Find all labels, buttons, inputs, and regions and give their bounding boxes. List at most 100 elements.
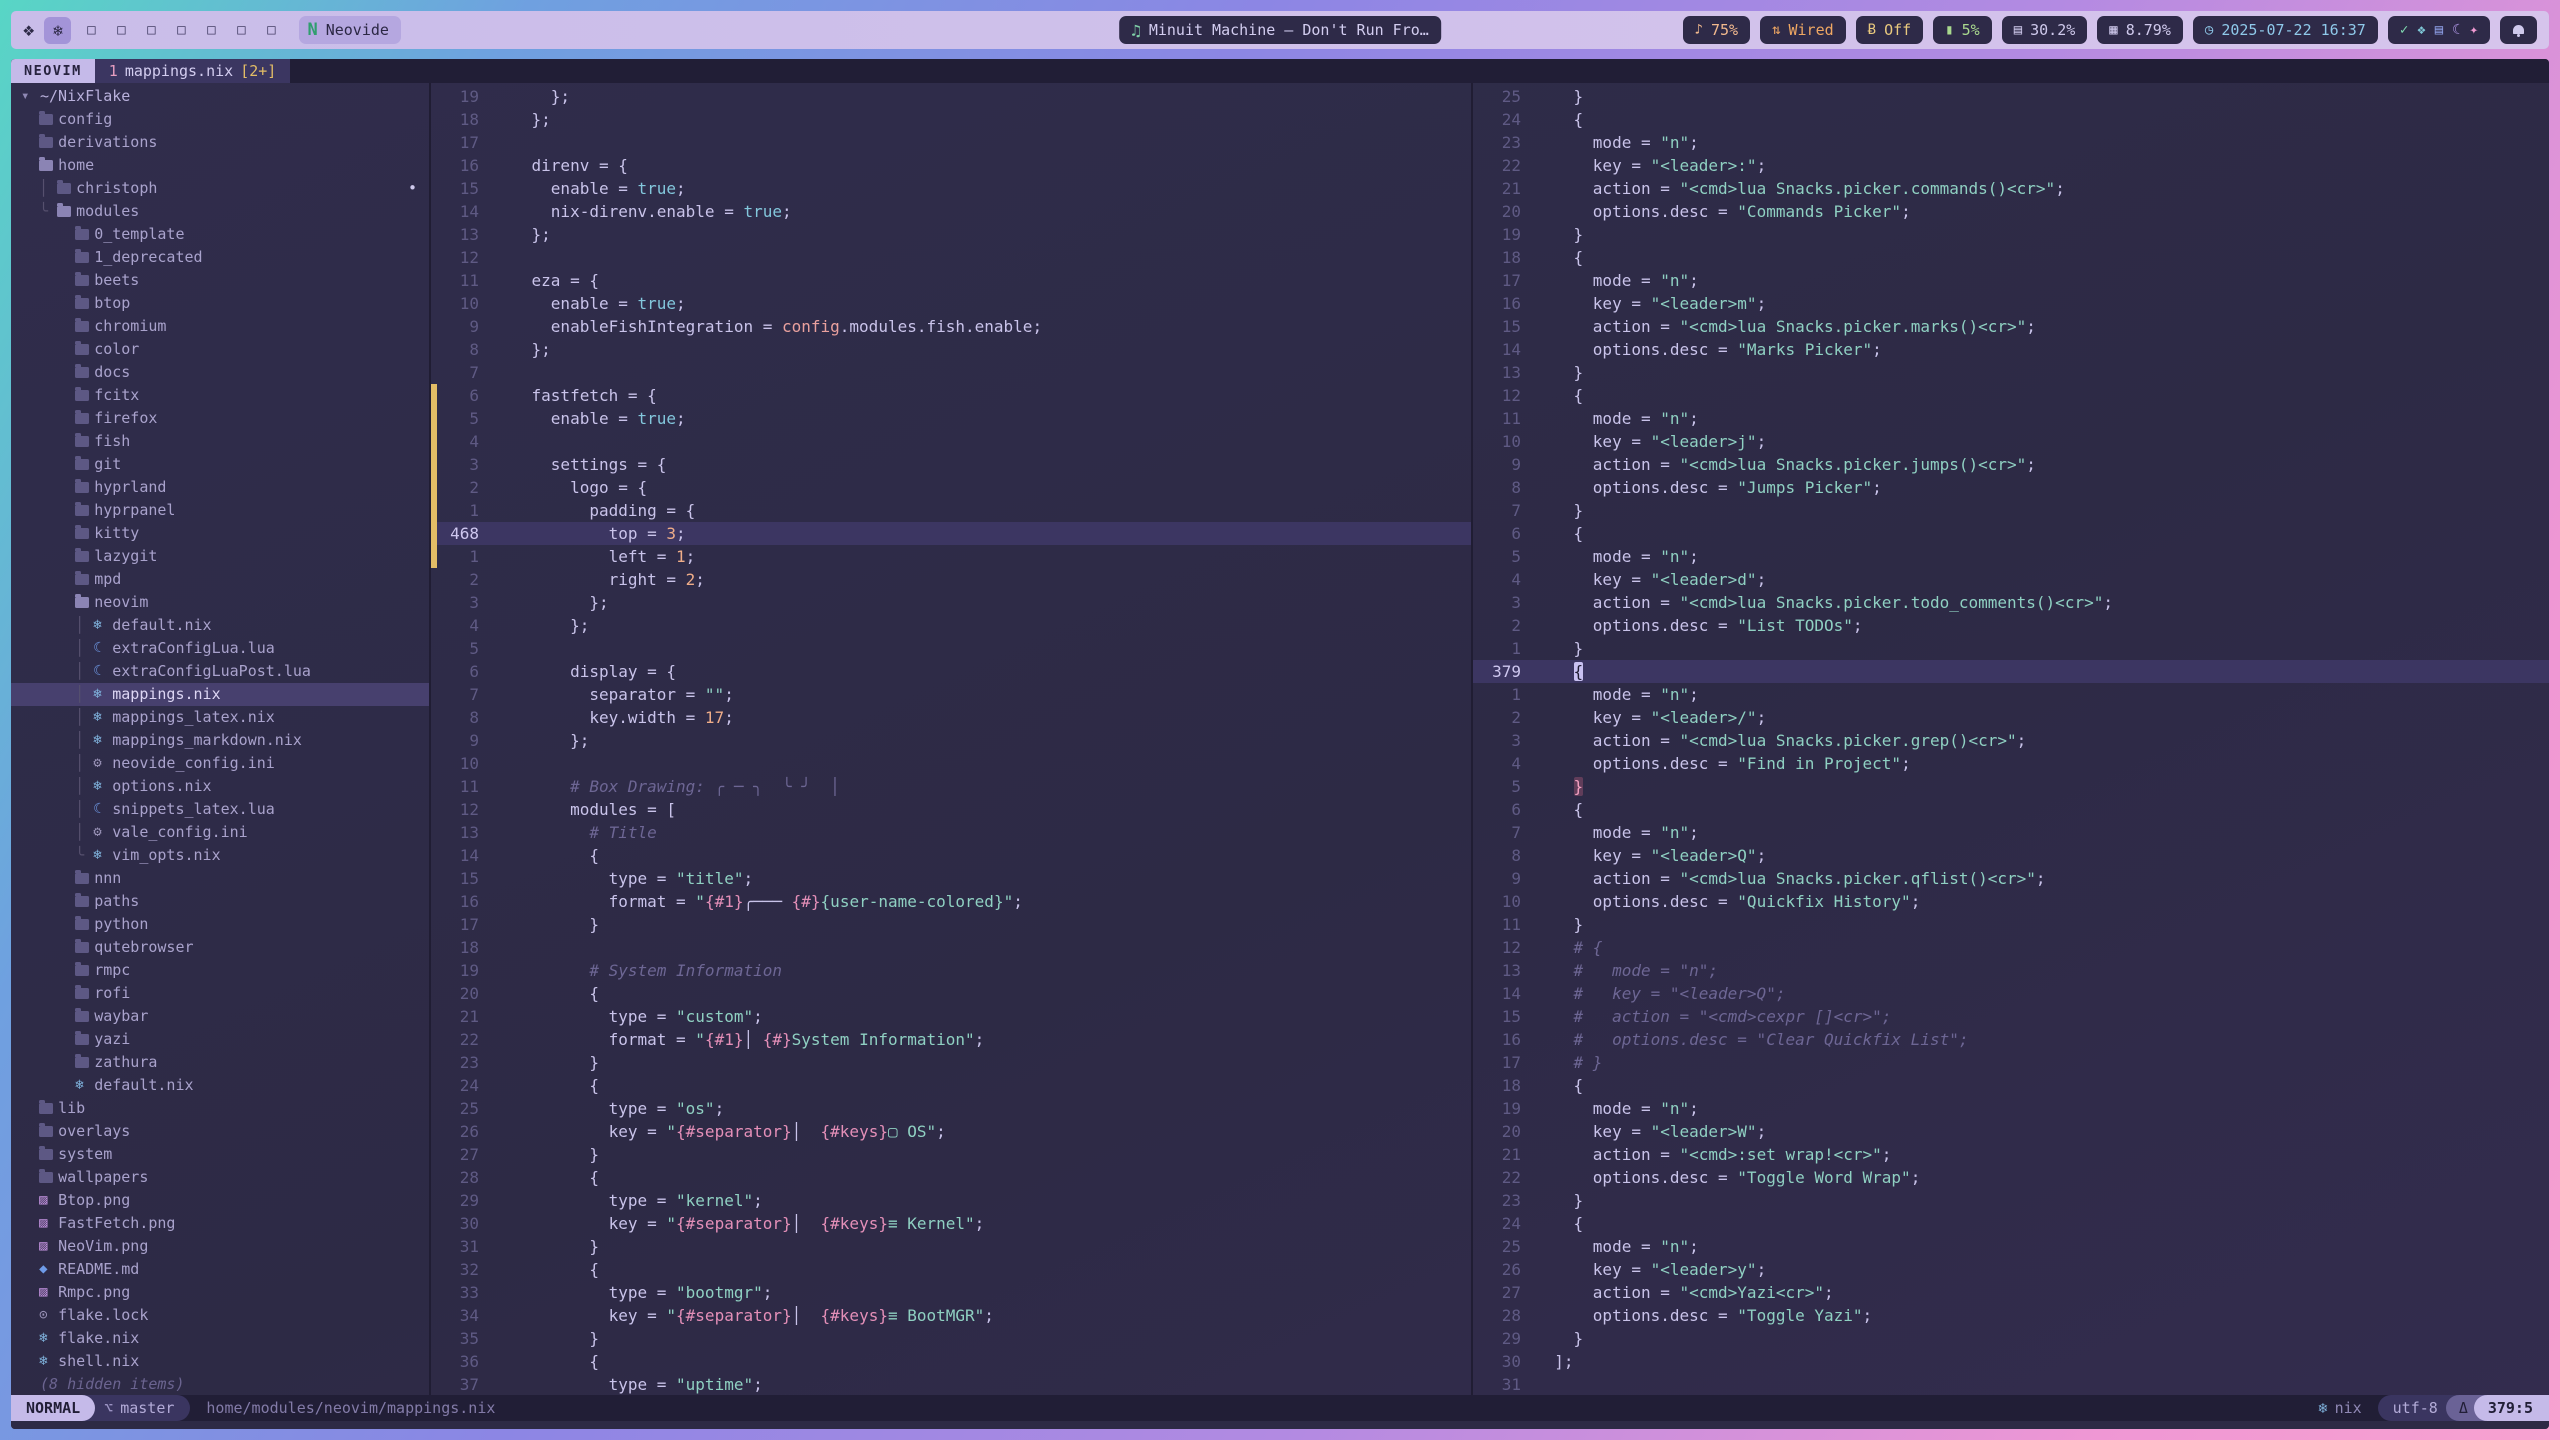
editor-pane-right[interactable]: 25 }24 {23 mode = "n";22 key = "<leader>…	[1473, 83, 2549, 1395]
code-line[interactable]: 24 {	[431, 1074, 1471, 1097]
code-line[interactable]: 22 key = "<leader>:";	[1473, 154, 2549, 177]
code-line[interactable]: 3 settings = {	[431, 453, 1471, 476]
tree-item[interactable]: ▨Rmpc.png	[11, 1281, 429, 1304]
battery-module[interactable]: ▮5%	[1933, 16, 1992, 44]
tray-check-icon[interactable]: ✓	[2400, 22, 2408, 38]
code-line[interactable]: 2 logo = {	[431, 476, 1471, 499]
tree-item[interactable]: │ ☾snippets_latex.lua	[11, 798, 429, 821]
volume-module[interactable]: ♪75%	[1683, 16, 1751, 44]
code-line[interactable]: 21 action = "<cmd>lua Snacks.picker.comm…	[1473, 177, 2549, 200]
code-line[interactable]: 10 options.desc = "Quickfix History";	[1473, 890, 2549, 913]
code-line[interactable]: 5	[431, 637, 1471, 660]
code-line[interactable]: 9 action = "<cmd>lua Snacks.picker.qflis…	[1473, 867, 2549, 890]
code-line[interactable]: 16 direnv = {	[431, 154, 1471, 177]
tree-item[interactable]: ❄default.nix	[11, 1074, 429, 1097]
tree-item[interactable]: qutebrowser	[11, 936, 429, 959]
tree-item[interactable]: rofi	[11, 982, 429, 1005]
tree-item[interactable]: fish	[11, 430, 429, 453]
code-line[interactable]: 4 key = "<leader>d";	[1473, 568, 2549, 591]
code-line[interactable]: 21 action = "<cmd>:set wrap!<cr>";	[1473, 1143, 2549, 1166]
tree-item[interactable]: docs	[11, 361, 429, 384]
code-line[interactable]: 8 key = "<leader>Q";	[1473, 844, 2549, 867]
tree-item[interactable]: lazygit	[11, 545, 429, 568]
tree-item[interactable]: nnn	[11, 867, 429, 890]
code-line[interactable]: 14 options.desc = "Marks Picker";	[1473, 338, 2549, 361]
code-line[interactable]: 5 enable = true;	[431, 407, 1471, 430]
code-line[interactable]: 30 key = "{#separator}│ {#keys}≡ Kernel"…	[431, 1212, 1471, 1235]
workspace-empty-button[interactable]: □	[201, 22, 221, 38]
code-line[interactable]: 7	[431, 361, 1471, 384]
tree-item[interactable]: │ ❄mappings_latex.nix	[11, 706, 429, 729]
tree-item[interactable]: beets	[11, 269, 429, 292]
code-line[interactable]: 11 mode = "n";	[1473, 407, 2549, 430]
tree-item[interactable]: hyprland	[11, 476, 429, 499]
tray-display-icon[interactable]: ▤	[2435, 22, 2443, 38]
tree-item[interactable]: git	[11, 453, 429, 476]
code-line[interactable]: 12 {	[1473, 384, 2549, 407]
tree-item[interactable]: ╰ modules	[11, 200, 429, 223]
code-line[interactable]: 27 }	[431, 1143, 1471, 1166]
code-line[interactable]: 379 {	[1473, 660, 2549, 683]
workspace-empty-button[interactable]: □	[141, 22, 161, 38]
code-line[interactable]: 7 }	[1473, 499, 2549, 522]
workspace-empty-button[interactable]: □	[111, 22, 131, 38]
code-line[interactable]: 17 mode = "n";	[1473, 269, 2549, 292]
tree-item[interactable]: kitty	[11, 522, 429, 545]
clock-module[interactable]: ◷2025-07-22 16:37	[2193, 16, 2378, 44]
code-line[interactable]: 1 }	[1473, 637, 2549, 660]
tree-item[interactable]: home	[11, 154, 429, 177]
code-line[interactable]: 16 format = "{#1}╭─── {#}{user-name-colo…	[431, 890, 1471, 913]
tree-item[interactable]: lib	[11, 1097, 429, 1120]
tree-item[interactable]: ▨Btop.png	[11, 1189, 429, 1212]
code-line[interactable]: 19 };	[431, 85, 1471, 108]
tree-item[interactable]: fcitx	[11, 384, 429, 407]
code-line[interactable]: 25 mode = "n";	[1473, 1235, 2549, 1258]
code-line[interactable]: 4	[431, 430, 1471, 453]
code-line[interactable]: 31 }	[431, 1235, 1471, 1258]
code-line[interactable]: 6 {	[1473, 798, 2549, 821]
code-line[interactable]: 10 key = "<leader>j";	[1473, 430, 2549, 453]
code-line[interactable]: 11 }	[1473, 913, 2549, 936]
code-line[interactable]: 20 {	[431, 982, 1471, 1005]
code-line[interactable]: 6 display = {	[431, 660, 1471, 683]
code-line[interactable]: 33 type = "bootmgr";	[431, 1281, 1471, 1304]
code-line[interactable]: 13 }	[1473, 361, 2549, 384]
tree-item[interactable]: color	[11, 338, 429, 361]
tree-item[interactable]: ◆README.md	[11, 1258, 429, 1281]
code-line[interactable]: 34 key = "{#separator}│ {#keys}≡ BootMGR…	[431, 1304, 1471, 1327]
code-line[interactable]: 29 type = "kernel";	[431, 1189, 1471, 1212]
tree-item[interactable]: wallpapers	[11, 1166, 429, 1189]
code-line[interactable]: 22 options.desc = "Toggle Word Wrap";	[1473, 1166, 2549, 1189]
code-line[interactable]: 2 key = "<leader>/";	[1473, 706, 2549, 729]
code-line[interactable]: 25 type = "os";	[431, 1097, 1471, 1120]
code-line[interactable]: 19 }	[1473, 223, 2549, 246]
tree-item[interactable]: derivations	[11, 131, 429, 154]
cpu-module[interactable]: ▦8.79%	[2097, 16, 2183, 44]
tree-item[interactable]: │ ☾extraConfigLuaPost.lua	[11, 660, 429, 683]
code-line[interactable]: 18 {	[1473, 246, 2549, 269]
tree-item[interactable]: ▾~/NixFlake	[11, 85, 429, 108]
code-line[interactable]: 13 # Title	[431, 821, 1471, 844]
tree-item[interactable]: │ ⚙vale_config.ini	[11, 821, 429, 844]
active-app-badge[interactable]: N Neovide	[299, 16, 400, 44]
workspace-empty-button[interactable]: □	[261, 22, 281, 38]
tree-item[interactable]: │ christoph•	[11, 177, 429, 200]
code-line[interactable]: 9 enableFishIntegration = config.modules…	[431, 315, 1471, 338]
code-line[interactable]: 29 }	[1473, 1327, 2549, 1350]
code-line[interactable]: 7 mode = "n";	[1473, 821, 2549, 844]
code-line[interactable]: 17 # }	[1473, 1051, 2549, 1074]
code-line[interactable]: 28 options.desc = "Toggle Yazi";	[1473, 1304, 2549, 1327]
code-line[interactable]: 20 options.desc = "Commands Picker";	[1473, 200, 2549, 223]
tree-item[interactable]: firefox	[11, 407, 429, 430]
tree-item[interactable]: mpd	[11, 568, 429, 591]
code-line[interactable]: 468 top = 3;	[431, 522, 1471, 545]
code-line[interactable]: 23 }	[1473, 1189, 2549, 1212]
code-line[interactable]: 2 right = 2;	[431, 568, 1471, 591]
code-line[interactable]: 1 left = 1;	[431, 545, 1471, 568]
tree-item[interactable]: rmpc	[11, 959, 429, 982]
bluetooth-module[interactable]: ɃOff	[1856, 16, 1924, 44]
tree-item[interactable]: │ ❄options.nix	[11, 775, 429, 798]
tree-item[interactable]: ❄flake.nix	[11, 1327, 429, 1350]
tree-item[interactable]: btop	[11, 292, 429, 315]
network-module[interactable]: ⇅Wired	[1760, 16, 1846, 44]
